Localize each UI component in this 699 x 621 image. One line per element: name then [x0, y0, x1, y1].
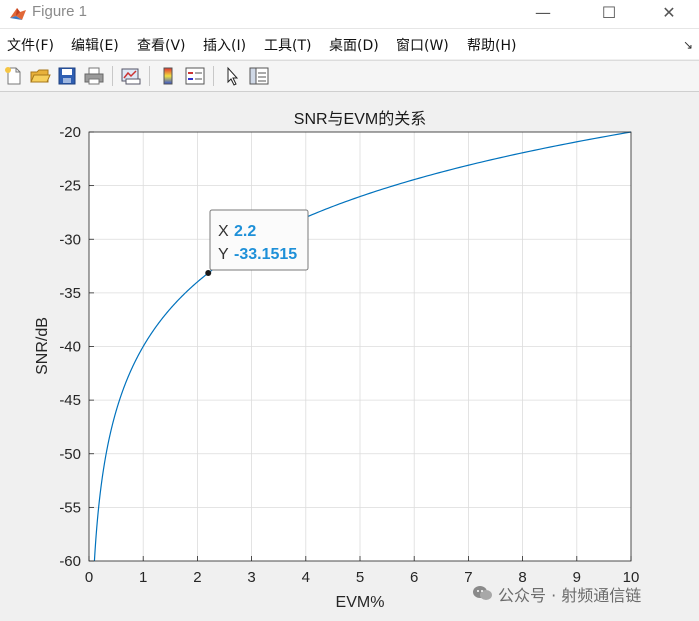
close-button[interactable]: ✕ [646, 0, 692, 28]
toolbar [0, 60, 699, 92]
colorbar-icon[interactable] [157, 65, 179, 87]
data-tip[interactable]: X 2.2 Y -33.1515 [205, 209, 309, 277]
chart-title: SNR与EVM的关系 [294, 110, 426, 128]
data-tip-y-value: -33.1515 [234, 246, 297, 263]
y-tick-label: -45 [59, 392, 81, 409]
toolbar-separator [213, 66, 214, 86]
legend-icon[interactable] [184, 65, 206, 87]
menu-insert[interactable]: 插入(I) [203, 35, 246, 55]
data-tip-x-value: 2.2 [234, 223, 256, 240]
minimize-button[interactable]: — [520, 0, 566, 28]
x-tick-label: 0 [85, 569, 93, 586]
window-title: Figure 1 [32, 3, 88, 20]
menu-help[interactable]: 帮助(H) [467, 35, 516, 55]
menu-bar: 文件(F) 编辑(E) 查看(V) 插入(I) 工具(T) 桌面(D) 窗口(W… [0, 29, 699, 59]
y-tick-label: -60 [59, 553, 81, 570]
y-axis-label: SNR/dB [34, 317, 51, 375]
figure-canvas: -20 -25 -30 -35 -40 -45 -50 -55 -60 0 1 2 3 4 5 6 7 8 9 10… [0, 92, 699, 621]
menu-view[interactable]: 查看(V) [137, 35, 186, 55]
x-tick-label: 3 [247, 569, 255, 586]
data-tip-marker [205, 270, 212, 277]
y-tick-label: -50 [59, 446, 81, 463]
x-tick-label: 1 [139, 569, 147, 586]
menu-edit[interactable]: 编辑(E) [71, 35, 119, 55]
toolbar-separator [149, 66, 150, 86]
data-tip-y-label: Y [218, 246, 229, 263]
save-icon[interactable] [56, 65, 78, 87]
y-tick-label: -55 [59, 499, 81, 516]
open-folder-icon[interactable] [29, 65, 51, 87]
menu-tools[interactable]: 工具(T) [264, 35, 311, 55]
menu-file[interactable]: 文件(F) [7, 35, 54, 55]
property-editor-icon[interactable] [248, 65, 270, 87]
watermark-text: 公众号 · 射频通信链 [498, 586, 642, 605]
data-tip-x-label: X [218, 223, 229, 240]
toolbar-separator [112, 66, 113, 86]
title-bar: Figure 1 — ☐ ✕ [0, 0, 699, 29]
menu-desktop[interactable]: 桌面(D) [329, 35, 379, 55]
line-chart[interactable]: -20-25-30-35-40-45-50-55-60 0 1 2 3 4 5 6 7 8 9 10… [0, 92, 699, 621]
y-tick-label: -30 [59, 231, 81, 248]
y-tick-label: -25 [59, 178, 81, 195]
y-tick-label: -40 [59, 339, 81, 356]
y-tick-label: -20 [59, 124, 81, 141]
x-tick-label: 6 [410, 569, 418, 586]
maximize-button[interactable]: ☐ [586, 0, 632, 28]
x-tick-label: 5 [356, 569, 364, 586]
y-tick-label: -35 [59, 285, 81, 302]
x-axis-label: EVM% [336, 594, 385, 611]
matlab-icon [10, 8, 26, 20]
wechat-icon [473, 586, 492, 600]
new-file-icon[interactable] [3, 65, 25, 87]
dock-arrow-icon[interactable]: ↘ [683, 38, 693, 52]
pointer-icon[interactable] [221, 65, 243, 87]
link-plot-icon[interactable] [120, 65, 142, 87]
menu-window[interactable]: 窗口(W) [396, 35, 449, 55]
x-tick-label: 4 [302, 569, 310, 586]
print-icon[interactable] [83, 65, 105, 87]
x-tick-label: 2 [193, 569, 201, 586]
